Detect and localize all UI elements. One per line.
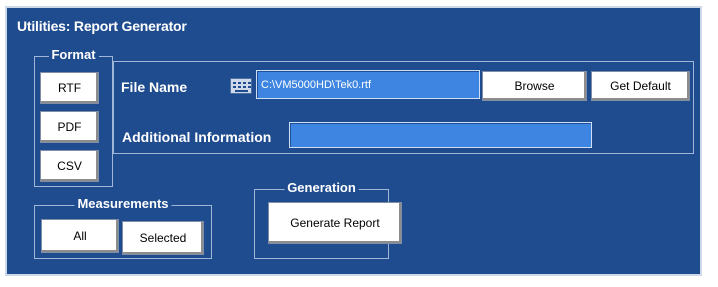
pdf-button[interactable]: PDF — [40, 111, 99, 143]
measurements-selected-button[interactable]: Selected — [122, 221, 204, 255]
measurements-all-button[interactable]: All — [41, 219, 119, 253]
csv-button[interactable]: CSV — [40, 150, 99, 182]
measurements-group-label: Measurements — [74, 196, 172, 211]
report-generator-panel: Utilities: Report Generator Format RTF P… — [5, 6, 702, 276]
get-default-button[interactable]: Get Default — [591, 71, 690, 101]
file-name-field[interactable]: C:\VM5000HD\Tek0.rtf — [256, 70, 480, 99]
generation-group-label: Generation — [284, 180, 359, 195]
browse-button[interactable]: Browse — [482, 71, 587, 101]
rtf-button[interactable]: RTF — [40, 72, 99, 104]
file-name-label: File Name — [121, 79, 188, 95]
format-group-label: Format — [48, 47, 99, 62]
keyboard-icon[interactable] — [230, 78, 252, 94]
additional-information-field[interactable] — [289, 122, 592, 148]
generate-report-button[interactable]: Generate Report — [268, 202, 402, 244]
additional-information-label: Additional Information — [122, 129, 272, 145]
panel-title: Utilities: Report Generator — [17, 18, 187, 34]
